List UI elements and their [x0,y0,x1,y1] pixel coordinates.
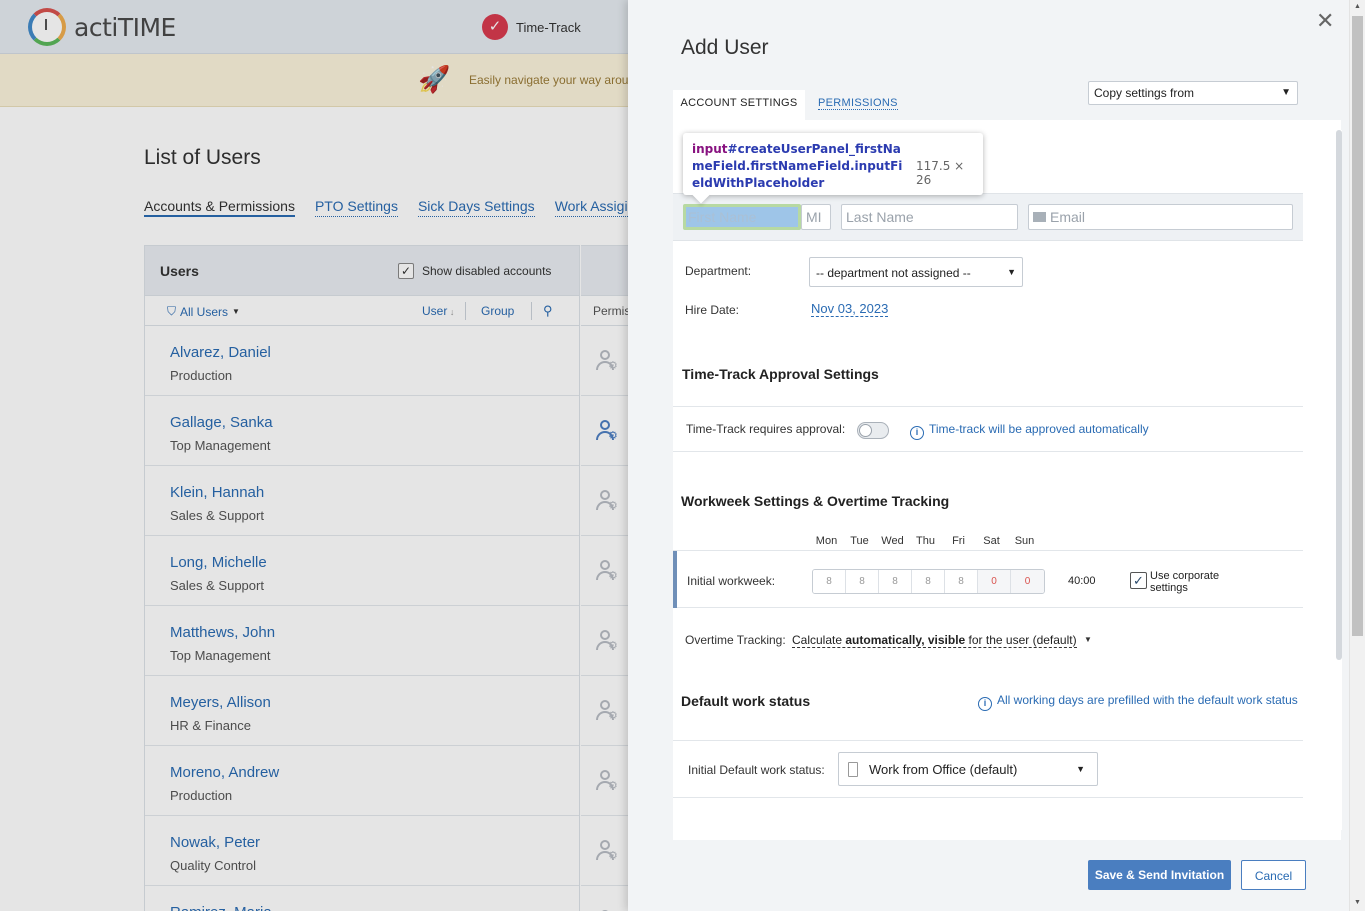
tab-permissions[interactable]: PERMISSIONS [818,97,898,110]
weekday-header: Tue [850,535,869,547]
row-accent [673,551,677,608]
approval-info-text: Time-track will be approved automaticall… [929,422,1149,436]
middle-initial-field[interactable]: MI [801,204,831,230]
weekday-header: Sat [983,535,1000,547]
divider [673,406,1303,407]
workweek-section-title: Workweek Settings & Overtime Tracking [681,493,950,509]
workweek-total: 40:00 [1068,575,1096,587]
work-status-select[interactable]: Work from Office (default) ▼ [838,752,1098,786]
tab-account-settings[interactable]: ACCOUNT SETTINGS [673,90,805,120]
work-status-label: Initial Default work status: [688,763,825,777]
workweek-hour-input[interactable]: 8 [945,570,978,593]
workweek-hour-input[interactable]: 8 [846,570,879,593]
work-status-info: i All working days are prefilled with the… [978,693,1298,711]
weekday-header: Sun [1014,535,1035,547]
panel-footer: Save & Send Invitation Cancel [628,840,1349,911]
approval-label: Time-Track requires approval: [686,422,846,436]
department-select[interactable]: -- department not assigned -- ▼ [809,257,1023,287]
approval-toggle[interactable] [857,422,889,439]
window-scroll-thumb[interactable] [1352,16,1363,636]
panel-scrollbar[interactable] [1336,130,1342,830]
caret-down-icon: ▼ [1281,87,1291,98]
workweek-label: Initial workweek: [687,574,776,588]
divider [673,740,1303,741]
overtime-label: Overtime Tracking: [685,633,786,647]
devtools-inspect-tooltip: input#createUserPanel_firstNameField.fir… [683,133,983,195]
scroll-up-icon[interactable]: ▲ [1354,3,1361,10]
envelope-icon [1033,212,1046,222]
status-icon [848,762,858,777]
email-field[interactable]: Email [1028,204,1293,230]
weekday-header: Wed [881,535,904,547]
copy-settings-label: Copy settings from [1094,86,1195,100]
scroll-thumb[interactable] [1336,130,1342,660]
approval-info: i Time-track will be approved automatical… [910,422,1149,440]
hire-date-label: Hire Date: [685,303,740,317]
info-icon: i [910,426,924,440]
scroll-down-icon[interactable]: ▼ [1354,899,1361,906]
caret-down-icon[interactable]: ▼ [1084,635,1092,644]
weekday-header: Fri [952,535,965,547]
divider [673,451,1303,452]
overtime-text: for the user (default) [965,633,1077,647]
tooltip-selector: input#createUserPanel_firstNameField.fir… [692,141,907,192]
first-name-field[interactable]: First Name [683,204,801,230]
workweek-hour-input[interactable]: 0 [1011,570,1044,593]
workweek-hour-input[interactable]: 0 [978,570,1011,593]
overtime-dropdown[interactable]: Calculate automatically, visible for the… [792,633,1077,648]
weekday-header: Thu [916,535,935,547]
tooltip-tag: input [692,142,728,156]
workweek-row: Initial workweek: 8888800 40:00 ✓ Use co… [673,550,1303,608]
workweek-hours: 8888800 [812,569,1045,594]
save-send-invitation-button[interactable]: Save & Send Invitation [1088,860,1231,890]
account-settings-content: First Name MI Last Name Email Department… [673,120,1341,840]
approval-section-title: Time-Track Approval Settings [682,366,879,382]
weekday-header: Mon [815,535,838,547]
overtime-text-bold: automatically [845,633,922,647]
department-value: -- department not assigned -- [816,266,971,280]
last-name-field[interactable]: Last Name [841,204,1018,230]
hire-date-picker[interactable]: Nov 03, 2023 [811,301,889,317]
divider [673,797,1303,798]
modal-overlay[interactable] [0,0,628,911]
use-corporate-label: Use corporate settings [1150,570,1220,594]
name-fields-row: First Name MI Last Name Email [673,193,1303,241]
work-status-value: Work from Office (default) [869,762,1018,777]
overtime-text-bold: visible [927,633,966,647]
email-placeholder: Email [1050,209,1086,225]
panel-title: Add User [681,36,769,59]
workweek-hour-input[interactable]: 8 [813,570,846,593]
caret-down-icon: ▼ [1007,267,1016,277]
work-status-info-text: All working days are prefilled with the … [997,693,1298,707]
overtime-text: Calculate [792,633,846,647]
copy-settings-select[interactable]: Copy settings from ▼ [1088,81,1298,105]
department-label: Department: [685,264,752,278]
overtime-text-sep: , [921,633,928,647]
tooltip-dimensions: 117.5 × 26 [916,159,965,187]
toggle-knob [859,424,872,437]
use-corporate-checkbox[interactable]: ✓ [1130,572,1147,589]
caret-down-icon: ▼ [1076,764,1085,774]
workweek-hour-input[interactable]: 8 [912,570,945,593]
close-icon[interactable]: ✕ [1316,8,1334,34]
cancel-button[interactable]: Cancel [1241,860,1306,890]
workweek-hour-input[interactable]: 8 [879,570,912,593]
window-scrollbar[interactable]: ▲ ▼ [1349,0,1365,911]
info-icon: i [978,697,992,711]
work-status-section-title: Default work status [681,693,811,709]
